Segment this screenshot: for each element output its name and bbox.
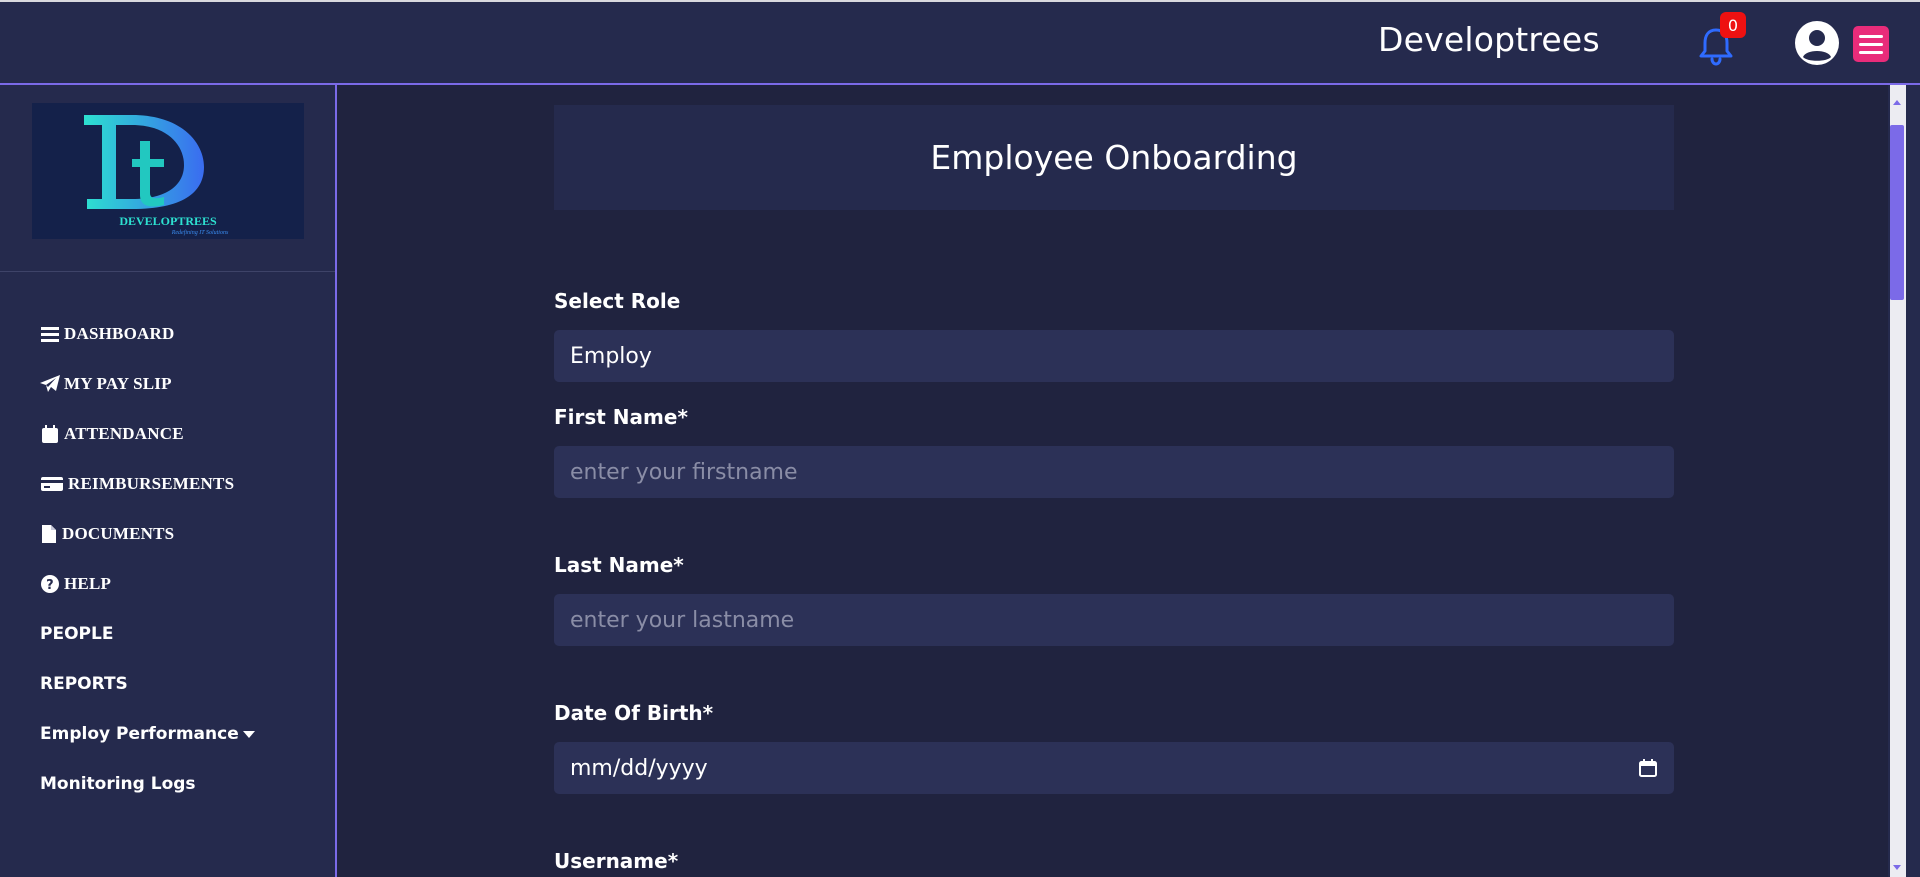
- last-name-placeholder: enter your lastname: [570, 607, 795, 633]
- select-role-value: Employ: [570, 343, 652, 369]
- file-icon: [40, 524, 58, 544]
- page-title-card: Employee Onboarding: [554, 105, 1674, 210]
- svg-text:?: ?: [46, 578, 54, 593]
- page-title: Employee Onboarding: [930, 138, 1298, 177]
- logo-wordmark: DEVELOPTREES: [119, 214, 217, 228]
- sidebar-divider: [0, 271, 335, 272]
- sidebar-item-label: Monitoring Logs: [40, 774, 196, 794]
- question-circle-icon: ?: [40, 574, 60, 594]
- credit-card-icon: [40, 474, 64, 494]
- company-logo[interactable]: DEVELOPTREES Redefining IT Solutions: [32, 103, 304, 239]
- sidebar-item-label: Employ Performance: [40, 724, 239, 744]
- sidebar-item-label: REIMBURSEMENTS: [68, 474, 235, 493]
- sidebar-item-label: ATTENDANCE: [64, 424, 184, 443]
- scroll-down-arrow-icon[interactable]: [1893, 865, 1901, 870]
- sidebar-nav: DASHBOARD MY PAY SLIP ATTENDANCE REIMBUR…: [40, 309, 330, 809]
- calendar-icon: [40, 424, 60, 444]
- logo-tagline: Redefining IT Solutions: [171, 229, 229, 236]
- user-circle-icon[interactable]: [1794, 20, 1840, 66]
- caret-down-icon[interactable]: [242, 730, 255, 738]
- sidebar-item-employ-performance[interactable]: Employ Performance: [40, 709, 330, 759]
- notification-badge: 0: [1720, 12, 1746, 38]
- app-title: Developtrees: [1378, 20, 1600, 59]
- sidebar-item-reimbursements[interactable]: REIMBURSEMENTS: [40, 459, 330, 509]
- sidebar-item-attendance[interactable]: ATTENDANCE: [40, 409, 330, 459]
- paper-plane-icon: [40, 374, 60, 394]
- sidebar-item-label: REPORTS: [40, 674, 128, 694]
- sidebar-item-help[interactable]: ? HELP: [40, 559, 330, 609]
- last-name-input[interactable]: enter your lastname: [554, 594, 1674, 646]
- hamburger-icon: [1859, 34, 1883, 38]
- sidebar-item-documents[interactable]: DOCUMENTS: [40, 509, 330, 559]
- main-content: Employee Onboarding Select Role Employ F…: [337, 85, 1888, 877]
- sidebar: DEVELOPTREES Redefining IT Solutions DAS…: [0, 85, 337, 877]
- select-role-label: Select Role: [554, 289, 681, 313]
- scroll-up-arrow-icon[interactable]: [1893, 100, 1901, 105]
- select-role-dropdown[interactable]: Employ: [554, 330, 1674, 382]
- calendar-picker-icon[interactable]: [1638, 758, 1658, 778]
- sidebar-item-label: MY PAY SLIP: [64, 374, 172, 393]
- first-name-label: First Name*: [554, 405, 688, 429]
- dob-placeholder: mm/dd/yyyy: [570, 755, 708, 781]
- username-label: Username*: [554, 849, 679, 873]
- first-name-placeholder: enter your firstname: [570, 459, 798, 485]
- hamburger-menu-button[interactable]: [1853, 26, 1889, 62]
- dob-label: Date Of Birth*: [554, 701, 714, 725]
- sidebar-item-reports[interactable]: REPORTS: [40, 659, 330, 709]
- sidebar-item-my-pay-slip[interactable]: MY PAY SLIP: [40, 359, 330, 409]
- dob-input[interactable]: mm/dd/yyyy: [554, 742, 1674, 794]
- sidebar-item-label: DASHBOARD: [64, 324, 175, 343]
- sidebar-item-label: HELP: [64, 574, 112, 593]
- sidebar-item-dashboard[interactable]: DASHBOARD: [40, 309, 330, 359]
- sidebar-item-people[interactable]: PEOPLE: [40, 609, 330, 659]
- last-name-label: Last Name*: [554, 553, 684, 577]
- scrollbar-thumb[interactable]: [1890, 125, 1904, 300]
- sidebar-item-label: PEOPLE: [40, 624, 114, 644]
- bars-icon: [40, 324, 60, 344]
- top-navbar: Developtrees 0: [0, 0, 1920, 85]
- sidebar-item-label: DOCUMENTS: [62, 524, 175, 543]
- sidebar-item-monitoring-logs[interactable]: Monitoring Logs: [40, 759, 330, 809]
- first-name-input[interactable]: enter your firstname: [554, 446, 1674, 498]
